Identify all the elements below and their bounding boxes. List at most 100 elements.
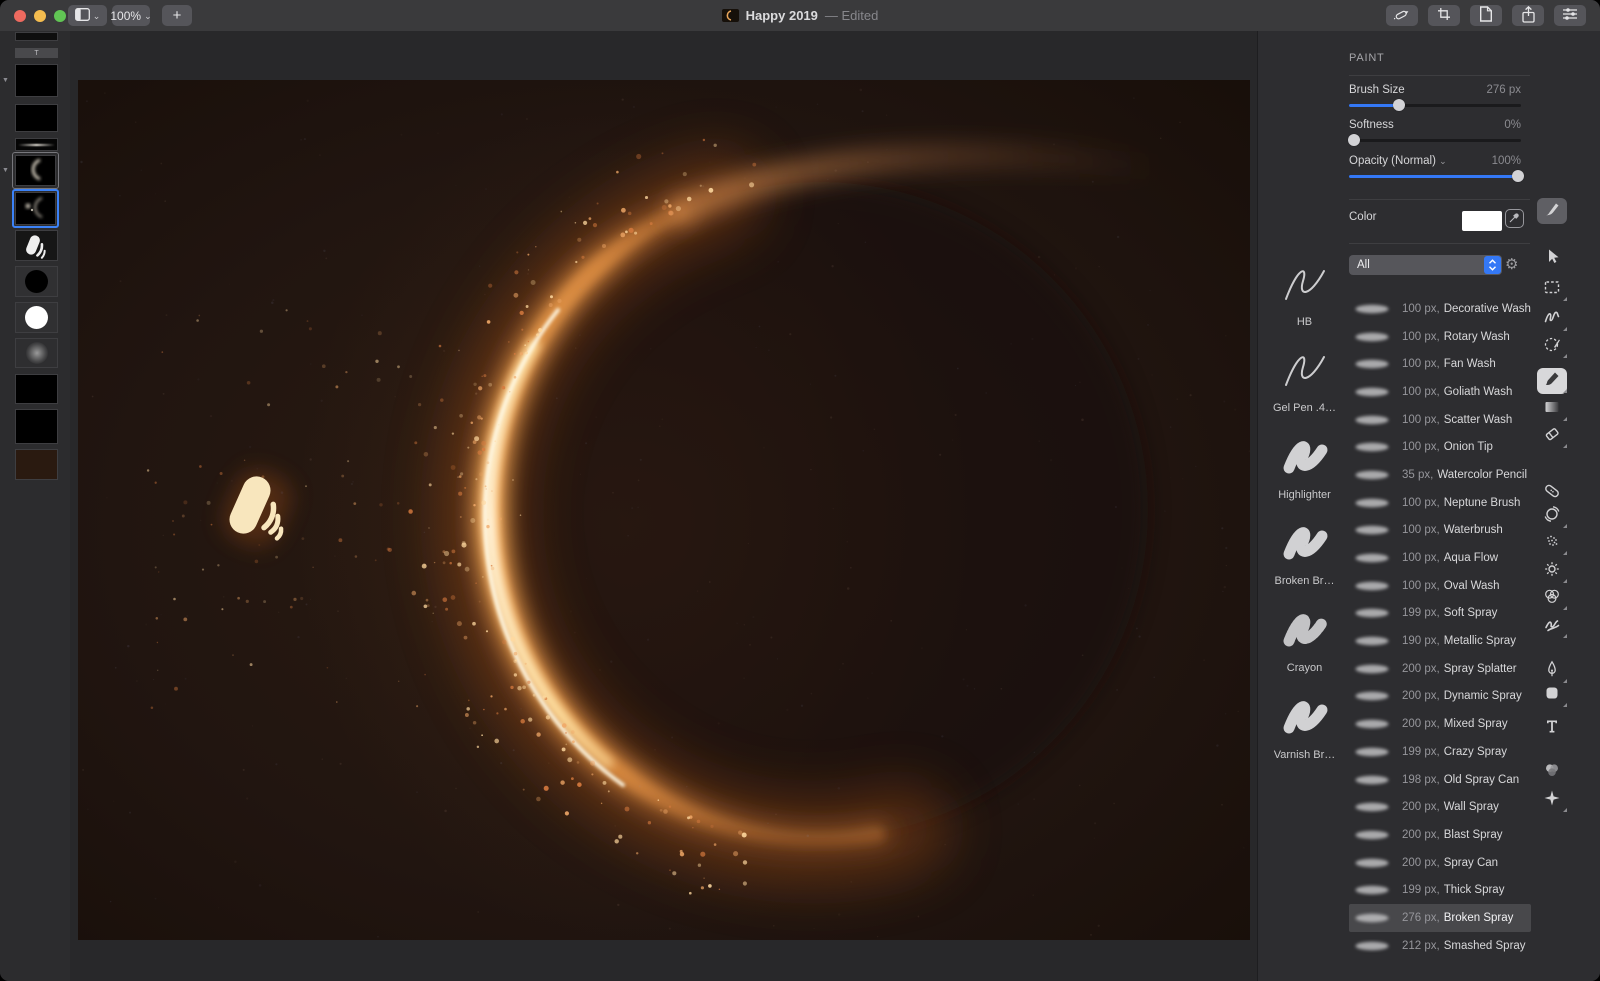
brush-stroke-thumbnail xyxy=(1353,606,1393,620)
zoom-level-button[interactable]: 100% ⌄ xyxy=(110,5,152,26)
brush-item-spray-can[interactable]: 200 px, Spray Can xyxy=(1349,849,1531,877)
layer-thumbnail-1[interactable] xyxy=(15,32,58,41)
brush-item-mixed-spray[interactable]: 200 px, Mixed Spray xyxy=(1349,710,1531,738)
brush-item-aqua-flow[interactable]: 100 px, Aqua Flow xyxy=(1349,544,1531,572)
brush-item-spray-splatter[interactable]: 200 px, Spray Splatter xyxy=(1349,655,1531,683)
brush-item-goliath-wash[interactable]: 100 px, Goliath Wash xyxy=(1349,378,1531,406)
brush-item-fan-wash[interactable]: 100 px, Fan Wash xyxy=(1349,350,1531,378)
brush-item-neptune-brush[interactable]: 100 px, Neptune Brush xyxy=(1349,489,1531,517)
layer-thumbnail-4[interactable] xyxy=(15,104,58,132)
layer-thumbnail-10[interactable] xyxy=(15,302,58,333)
clone-tool[interactable] xyxy=(1537,503,1567,529)
layer-thumbnail-6[interactable] xyxy=(15,155,56,186)
shape-icon xyxy=(1542,683,1562,708)
slider-knob[interactable] xyxy=(1348,134,1361,146)
gradient-icon xyxy=(1542,397,1562,422)
eyedropper-button[interactable] xyxy=(1505,209,1524,228)
brush-item-waterbrush[interactable]: 100 px, Waterbrush xyxy=(1349,517,1531,545)
layer-thumbnail-9[interactable] xyxy=(15,266,58,297)
brush-item-soft-spray[interactable]: 199 px, Soft Spray xyxy=(1349,600,1531,628)
layer-thumbnail-14[interactable] xyxy=(15,449,58,480)
brush-item-crazy-spray[interactable]: 199 px, Crazy Spray xyxy=(1349,738,1531,766)
format-panel-button[interactable] xyxy=(1554,5,1586,26)
zoom-window-button[interactable] xyxy=(54,9,66,22)
stepper-chevrons-icon xyxy=(1484,256,1501,274)
layer-thumbnail-5[interactable] xyxy=(15,138,58,151)
brush-category-hb[interactable]: HB xyxy=(1263,245,1346,332)
brush-name-text: Rotary Wash xyxy=(1443,330,1510,343)
minimize-window-button[interactable] xyxy=(34,9,46,22)
layer-thumbnail-7[interactable] xyxy=(15,192,56,225)
brush-item-scatter-wash[interactable]: 100 px, Scatter Wash xyxy=(1349,406,1531,434)
disclosure-triangle-icon[interactable]: ▼ xyxy=(2,167,9,174)
canvas[interactable] xyxy=(78,80,1250,940)
brush-item-blast-spray[interactable]: 200 px, Blast Spray xyxy=(1349,821,1531,849)
brush-category-broken-br-[interactable]: Broken Br… xyxy=(1263,505,1346,592)
brush-item-onion-tip[interactable]: 100 px, Onion Tip xyxy=(1349,433,1531,461)
brush-category-highlighter[interactable]: Highlighter xyxy=(1263,418,1346,505)
add-tab-button[interactable]: + xyxy=(162,5,192,26)
arrange-tool[interactable] xyxy=(1537,245,1567,271)
brush-item-old-spray-can[interactable]: 198 px, Old Spray Can xyxy=(1349,766,1531,794)
brush-stroke-thumbnail xyxy=(1353,717,1393,731)
arrange-icon xyxy=(1542,246,1562,271)
close-window-button[interactable] xyxy=(14,9,26,22)
type-tool[interactable] xyxy=(1537,715,1567,741)
color-adjustments-tool[interactable] xyxy=(1537,759,1567,785)
brush-size-slider[interactable] xyxy=(1349,99,1521,111)
pen-tool[interactable] xyxy=(1537,658,1567,684)
refine-select-tool[interactable] xyxy=(1537,333,1567,359)
opacity-label[interactable]: Opacity (Normal) ⌄ xyxy=(1349,155,1447,167)
light-tool[interactable] xyxy=(1537,558,1567,584)
sidebar-view-button[interactable]: ⌄ xyxy=(68,5,107,26)
color-swatch[interactable] xyxy=(1462,211,1502,231)
effects-tool[interactable] xyxy=(1537,787,1567,813)
slider-knob[interactable] xyxy=(1392,99,1405,111)
layer-thumbnail-3[interactable] xyxy=(15,64,58,97)
gear-icon[interactable]: ⚙ xyxy=(1505,255,1518,275)
brush-category-gel-pen-4-[interactable]: Gel Pen .4… xyxy=(1263,332,1346,419)
new-document-button[interactable] xyxy=(1470,5,1502,26)
layer-thumbnail-11[interactable] xyxy=(15,338,58,368)
opacity-slider[interactable] xyxy=(1349,170,1524,182)
retouch-button[interactable] xyxy=(1386,5,1418,26)
selected-layer[interactable] xyxy=(12,189,59,228)
layer-thumbnail-8[interactable] xyxy=(15,230,58,261)
select-tool[interactable] xyxy=(1537,276,1567,302)
softness-slider[interactable] xyxy=(1348,134,1521,146)
brush-name-text: Waterbrush xyxy=(1443,524,1503,537)
erase-tool[interactable] xyxy=(1537,423,1567,449)
layer-group[interactable] xyxy=(12,152,59,189)
paint-tool[interactable] xyxy=(1537,368,1567,394)
layer-thumbnail-2[interactable]: T xyxy=(15,48,58,58)
layer-thumbnail-12[interactable] xyxy=(15,374,58,404)
brush-item-watercolor-pencil[interactable]: 35 px, Watercolor Pencil xyxy=(1349,461,1531,489)
style-tool[interactable] xyxy=(1537,198,1567,224)
quick-select-tool[interactable] xyxy=(1537,306,1567,332)
brush-item-broken-spray[interactable]: 276 px, Broken Spray xyxy=(1349,904,1531,932)
brush-item-oval-wash[interactable]: 100 px, Oval Wash xyxy=(1349,572,1531,600)
crop-button[interactable] xyxy=(1428,5,1460,26)
sharpen-icon xyxy=(1542,531,1562,556)
layer-thumbnail-13[interactable] xyxy=(15,409,58,444)
brush-item-smashed-spray[interactable]: 212 px, Smashed Spray xyxy=(1349,932,1531,960)
share-button[interactable] xyxy=(1512,5,1544,26)
brush-size-text: 276 px, xyxy=(1402,911,1440,924)
sharpen-tool[interactable] xyxy=(1537,530,1567,556)
brush-item-dynamic-spray[interactable]: 200 px, Dynamic Spray xyxy=(1349,683,1531,711)
smudge-tool[interactable] xyxy=(1537,585,1567,611)
brush-category-varnish-br-[interactable]: Varnish Br… xyxy=(1263,678,1346,765)
brush-size-text: 35 px, xyxy=(1402,468,1434,481)
brush-item-thick-spray[interactable]: 199 px, Thick Spray xyxy=(1349,876,1531,904)
gradient-tool[interactable] xyxy=(1537,396,1567,422)
brush-item-wall-spray[interactable]: 200 px, Wall Spray xyxy=(1349,793,1531,821)
warp-tool[interactable] xyxy=(1537,613,1567,639)
shape-tool[interactable] xyxy=(1537,682,1567,708)
brush-filter-dropdown[interactable]: All xyxy=(1349,255,1502,275)
brush-item-metallic-spray[interactable]: 190 px, Metallic Spray xyxy=(1349,627,1531,655)
disclosure-triangle-icon[interactable]: ▼ xyxy=(2,77,9,84)
brush-category-crayon[interactable]: Crayon xyxy=(1263,591,1346,678)
slider-knob[interactable] xyxy=(1511,170,1524,182)
brush-item-decorative-wash[interactable]: 100 px, Decorative Wash xyxy=(1349,295,1531,323)
brush-item-rotary-wash[interactable]: 100 px, Rotary Wash xyxy=(1349,323,1531,351)
